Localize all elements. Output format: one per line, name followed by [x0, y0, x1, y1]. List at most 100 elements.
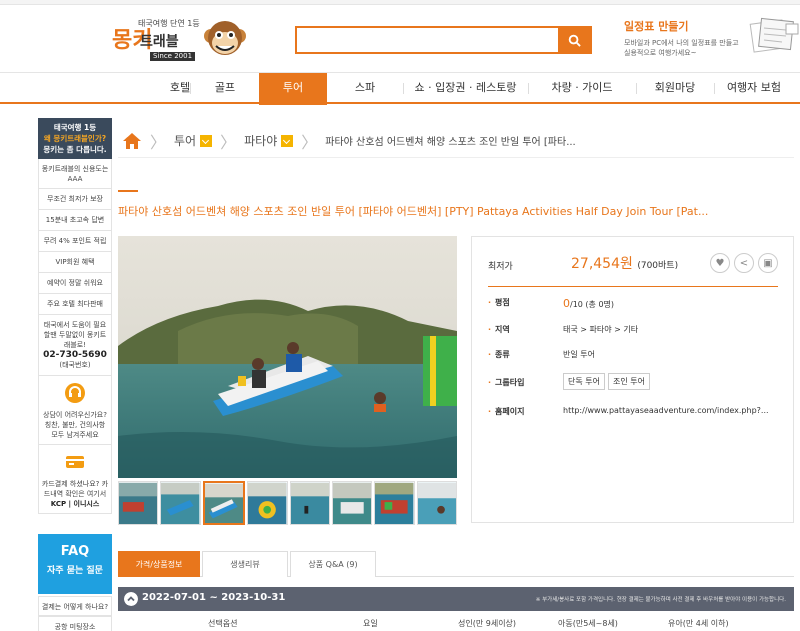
sidebar-item[interactable]: 무려 4% 포인트 적립 [38, 231, 112, 252]
region-value: 태국 > 파타야 > 기타 [563, 325, 639, 334]
price-thb: (700바트) [637, 261, 679, 271]
search-button[interactable] [558, 28, 590, 52]
product-info-panel: 최저가 27,454원 (700바트) ♥ < ▣ 평점 0/10 (총 0명)… [471, 236, 794, 523]
product-tabs: 가격/상품정보 생생리뷰 상품 Q&A (9) [118, 551, 794, 577]
search-icon [568, 34, 581, 47]
thumbnail[interactable] [160, 481, 201, 525]
contact-note: (태국번호) [59, 361, 91, 369]
share-icon[interactable]: < [734, 253, 754, 273]
group-type-label: 그룹타입 [488, 377, 524, 388]
rating-scale: /10 (총 0명) [570, 300, 615, 309]
chevron-right-icon: 〉 [150, 132, 167, 152]
nav-spa[interactable]: 스파 [327, 73, 403, 103]
sidebar-top-line: 몽키는 좀 다릅니다. [43, 145, 107, 154]
group-tag: 단독 투어 [563, 373, 605, 390]
rating-value: 0 [563, 297, 570, 310]
thumbnail-selected[interactable] [202, 481, 246, 525]
card-kcp: KCP | 이니시스 [50, 500, 100, 508]
chevron-up-icon[interactable] [124, 592, 138, 606]
heart-icon[interactable]: ♥ [710, 253, 730, 273]
faq-item[interactable]: 공항 미팅장소 [38, 616, 112, 631]
thumbnail[interactable] [247, 481, 288, 525]
sidebar-item[interactable]: 무조건 최저가 보장 [38, 189, 112, 210]
sidebar-item[interactable]: 15분내 초고속 답변 [38, 210, 112, 231]
price-table-header: 선택옵션 요일 성인(만 9세이상) 아동(만5세~8세) 유아(만 4세 이하… [118, 614, 794, 631]
logo-sub: 트래블 [140, 34, 179, 50]
thumbnail[interactable] [331, 481, 373, 525]
sidebar-item[interactable]: 몽키트래블의 신용도는 AAA [38, 159, 112, 189]
headset-icon [65, 383, 85, 403]
action-icons: ♥ < ▣ [710, 253, 778, 273]
breadcrumb-current: 파타야 산호섬 어드벤쳐 해양 스포츠 조인 반일 투어 [파타... [325, 137, 576, 148]
nav-show-ticket-restaurant[interactable]: 쇼 · 입장권 · 레스토랑 [403, 73, 528, 103]
nav-tour[interactable]: 투어 [259, 73, 327, 105]
main-nav: 호텔 골프 투어 스파 쇼 · 입장권 · 레스토랑 차량 · 가이드 회원마당… [0, 72, 800, 105]
sidebar-why-monkey[interactable]: 태국여행 1등 왜 몽키트래블인가? 몽키는 좀 다릅니다. [38, 118, 112, 159]
region-label: 지역 [488, 324, 510, 335]
type-value: 반일 투어 [563, 350, 595, 359]
search-input[interactable] [297, 28, 557, 52]
consult-text: 상담이 어려우신가요? 칭찬, 불만, 건의사항 모두 남겨주세요 [43, 411, 107, 439]
nav-car-guide[interactable]: 차량 · 가이드 [528, 73, 636, 103]
sidebar-top-line: 태국여행 1등 [53, 123, 97, 132]
thumbnail[interactable] [374, 481, 415, 525]
planner-icon [749, 17, 799, 53]
homepage-label: 홈페이지 [488, 406, 524, 417]
thumbnail[interactable] [289, 481, 330, 525]
price-value: 27,454원 [571, 256, 633, 272]
logo-since: Since 2001 [150, 52, 196, 61]
photo-thumbnails [118, 481, 457, 526]
col-adult: 성인(만 9세이상) [458, 619, 517, 628]
credit-card-icon [66, 456, 84, 468]
sidebar-card-check[interactable]: 카드결제 하셨나요? 카드내역 확인은 여기서 KCP | 이니시스 [38, 445, 112, 514]
faq-subtitle: 자주 묻는 질문 [47, 566, 103, 576]
breadcrumb-level2: 파타야 [244, 134, 278, 148]
rating-label: 평점 [488, 297, 510, 308]
chevron-right-icon: 〉 [301, 132, 318, 152]
itinerary-promo[interactable]: 일정표 만들기 모바일과 PC에서 나의 일정표를 만들고 실용적으로 여행가세… [624, 17, 800, 66]
sidebar-item[interactable]: 주요 호텔 최다판매 [38, 294, 112, 315]
tab-qna[interactable]: 상품 Q&A (9) [290, 551, 376, 577]
contact-text: 태국에서 도움이 필요할땐 두말없이 몽키트래블로! [43, 321, 107, 349]
chevron-down-icon [281, 134, 294, 147]
group-type-tags: 단독 투어 조인 투어 [563, 373, 653, 390]
sidebar-item[interactable]: 예약이 정말 쉬워요 [38, 273, 112, 294]
homepage-link[interactable]: http://www.pattayaseaadventure.com/index… [563, 406, 769, 415]
price-label: 최저가 [488, 262, 513, 272]
thumbnail[interactable] [416, 481, 457, 525]
tab-reviews[interactable]: 생생리뷰 [202, 551, 288, 577]
faq-item[interactable]: 결제는 어떻게 하나요? [38, 596, 112, 616]
breadcrumb-level1: 투어 [174, 134, 197, 148]
product-main-photo[interactable] [118, 236, 457, 478]
rating-value-group: 0/10 (총 0명) [563, 297, 614, 310]
sidebar-consult[interactable]: 상담이 어려우신가요? 칭찬, 불만, 건의사항 모두 남겨주세요 [38, 376, 112, 445]
price-row: 최저가 27,454원 (700바트) ♥ < ▣ [488, 253, 778, 287]
sidebar-item[interactable]: VIP회원 혜택 [38, 252, 112, 273]
card-text: 카드결제 하셨나요? 카드내역 확인은 여기서 [41, 480, 109, 498]
breadcrumb-tour-dropdown[interactable]: 투어 [174, 132, 213, 149]
contact-phone: 02-730-5690 [43, 350, 107, 360]
left-sidebar: 태국여행 1등 왜 몽키트래블인가? 몽키는 좀 다릅니다. 몽키트래블의 신용… [38, 118, 112, 514]
nav-member[interactable]: 회원마당 [636, 73, 714, 103]
sidebar-contact: 태국에서 도움이 필요할땐 두말없이 몽키트래블로! 02-730-5690 (… [38, 315, 112, 376]
sidebar-top-line: 왜 몽키트래블인가? [43, 134, 107, 143]
itinerary-add-icon[interactable]: ▣ [758, 253, 778, 273]
period-note: ※ 부가세/봉사료 포함 가격입니다. 현장 결제는 불가능하며 사전 결제 후… [535, 597, 786, 603]
price-value-group: 27,454원 (700바트) [571, 253, 678, 273]
faq-banner[interactable]: FAQ 자주 묻는 질문 [38, 534, 112, 594]
type-label: 종류 [488, 349, 510, 360]
home-icon[interactable] [122, 132, 142, 150]
thumbnail[interactable] [118, 481, 159, 525]
logo[interactable]: 태국여행 단연 1등 몽키 트래블 Since 2001 [112, 16, 262, 62]
sea-photo-image [118, 236, 457, 478]
chevron-down-icon [200, 134, 213, 147]
nav-insurance[interactable]: 여행자 보험 [714, 73, 794, 103]
period-bar: 2022-07-01 ~ 2023-10-31 ※ 부가세/봉사료 포함 가격입… [118, 587, 794, 611]
period-dates: 2022-07-01 ~ 2023-10-31 [142, 592, 286, 603]
breadcrumb-city-dropdown[interactable]: 파타야 [244, 132, 294, 149]
col-option: 선택옵션 [208, 619, 238, 628]
promo-desc: 모바일과 PC에서 나의 일정표를 만들고 실용적으로 여행가세요~ [624, 39, 739, 57]
tab-price-info[interactable]: 가격/상품정보 [118, 551, 200, 577]
chevron-right-icon: 〉 [220, 132, 237, 152]
nav-golf[interactable]: 골프 [190, 73, 260, 103]
